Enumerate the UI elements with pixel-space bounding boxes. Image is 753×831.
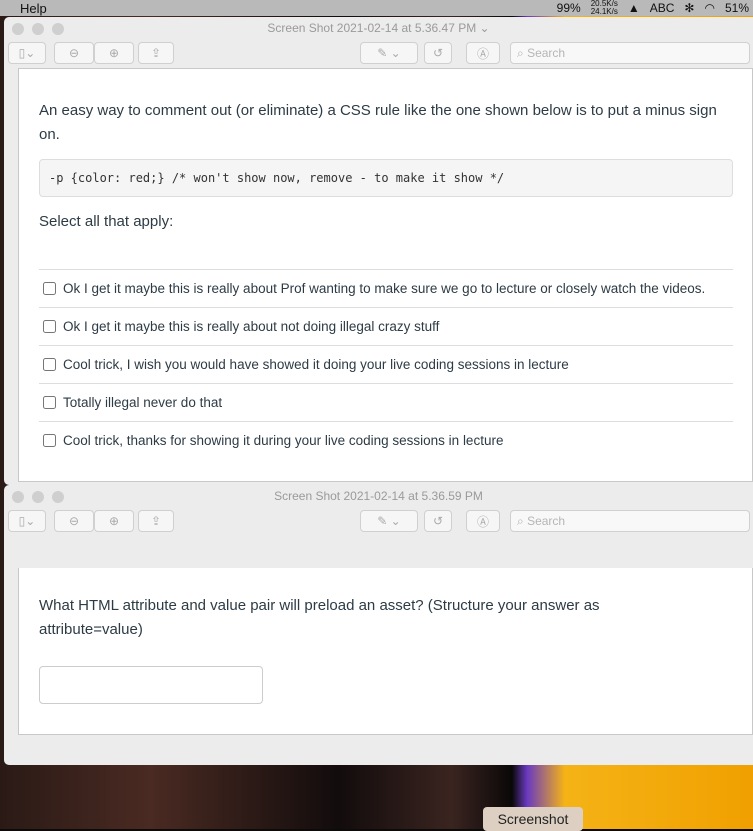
zoom-in-button[interactable]: ⊕ bbox=[94, 510, 134, 532]
airplay-icon[interactable]: ▲ bbox=[628, 1, 640, 15]
rotate-button[interactable]: ↺ bbox=[424, 42, 452, 64]
checkbox[interactable] bbox=[43, 358, 56, 371]
screenshot-tooltip: Screenshot bbox=[483, 807, 583, 831]
markup-toolbar-button[interactable]: Ⓐ bbox=[466, 42, 500, 64]
option-4[interactable]: Totally illegal never do that bbox=[39, 383, 733, 421]
question-text: What HTML attribute and value pair will … bbox=[39, 597, 600, 638]
share-button[interactable]: ⇪ bbox=[138, 510, 174, 532]
checkbox[interactable] bbox=[43, 434, 56, 447]
zoom-in-button[interactable]: ⊕ bbox=[94, 42, 134, 64]
option-3[interactable]: Cool trick, I wish you would have showed… bbox=[39, 345, 733, 383]
toolbar: ▯⌄ ⊖ ⊕ ⇪ ✎ ⌄ ↺ Ⓐ ⌕ Search bbox=[4, 40, 753, 68]
input-source[interactable]: ABC bbox=[650, 1, 675, 15]
zoom-out-button[interactable]: ⊖ bbox=[54, 510, 94, 532]
window-title: Screen Shot 2021-02-14 at 5.36.59 PM bbox=[274, 489, 483, 503]
checkbox[interactable] bbox=[43, 396, 56, 409]
title-bar: Screen Shot 2021-02-14 at 5.36.59 PM bbox=[4, 485, 753, 508]
menu-bar: Help 99% 20.5K/s 24.1K/s ▲ ABC ✻ ◠ 51% bbox=[0, 0, 753, 16]
markup-pen-button[interactable]: ✎ ⌄ bbox=[360, 42, 418, 64]
window-title: Screen Shot 2021-02-14 at 5.36.47 PM bbox=[267, 21, 477, 35]
answer-input[interactable] bbox=[39, 666, 263, 704]
toolbar: ▯⌄ ⊖ ⊕ ⇪ ✎ ⌄ ↺ Ⓐ ⌕ Search bbox=[4, 508, 753, 536]
rotate-button[interactable]: ↺ bbox=[424, 510, 452, 532]
battery-status[interactable]: 51% bbox=[725, 1, 749, 15]
close-button[interactable] bbox=[12, 491, 24, 503]
preview-window-2: Screen Shot 2021-02-14 at 5.36.59 PM ▯⌄ … bbox=[4, 485, 753, 765]
checkbox[interactable] bbox=[43, 282, 56, 295]
option-1[interactable]: Ok I get it maybe this is really about P… bbox=[39, 269, 733, 307]
search-input[interactable]: ⌕ Search bbox=[510, 510, 750, 532]
document-content: What HTML attribute and value pair will … bbox=[18, 568, 753, 735]
search-input[interactable]: ⌕ Search bbox=[510, 42, 750, 64]
preview-window-1: Screen Shot 2021-02-14 at 5.36.47 PM ⌄ ▯… bbox=[4, 17, 753, 485]
close-button[interactable] bbox=[12, 23, 24, 35]
code-block: -p {color: red;} /* won't show now, remo… bbox=[39, 159, 733, 197]
zoom-button[interactable] bbox=[52, 491, 64, 503]
markup-pen-button[interactable]: ✎ ⌄ bbox=[360, 510, 418, 532]
share-button[interactable]: ⇪ bbox=[138, 42, 174, 64]
minimize-button[interactable] bbox=[32, 23, 44, 35]
battery-ring-status[interactable]: 99% bbox=[557, 1, 581, 15]
chevron-down-icon[interactable]: ⌄ bbox=[480, 21, 490, 35]
zoom-button[interactable] bbox=[52, 23, 64, 35]
bluetooth-icon[interactable]: ✻ bbox=[684, 1, 694, 15]
title-bar: Screen Shot 2021-02-14 at 5.36.47 PM ⌄ bbox=[4, 17, 753, 40]
option-5[interactable]: Cool trick, thanks for showing it during… bbox=[39, 421, 733, 459]
sidebar-toggle-button[interactable]: ▯⌄ bbox=[8, 510, 46, 532]
instruction-text: Select all that apply: bbox=[39, 213, 174, 230]
menu-help[interactable]: Help bbox=[20, 1, 47, 16]
markup-toolbar-button[interactable]: Ⓐ bbox=[466, 510, 500, 532]
wifi-icon[interactable]: ◠ bbox=[704, 1, 714, 15]
minimize-button[interactable] bbox=[32, 491, 44, 503]
sidebar-toggle-button[interactable]: ▯⌄ bbox=[8, 42, 46, 64]
checkbox[interactable] bbox=[43, 320, 56, 333]
question-text: An easy way to comment out (or eliminate… bbox=[39, 102, 717, 143]
option-2[interactable]: Ok I get it maybe this is really about n… bbox=[39, 307, 733, 345]
zoom-out-button[interactable]: ⊖ bbox=[54, 42, 94, 64]
net-down: 24.1K/s bbox=[590, 7, 618, 16]
document-content: An easy way to comment out (or eliminate… bbox=[18, 68, 753, 482]
